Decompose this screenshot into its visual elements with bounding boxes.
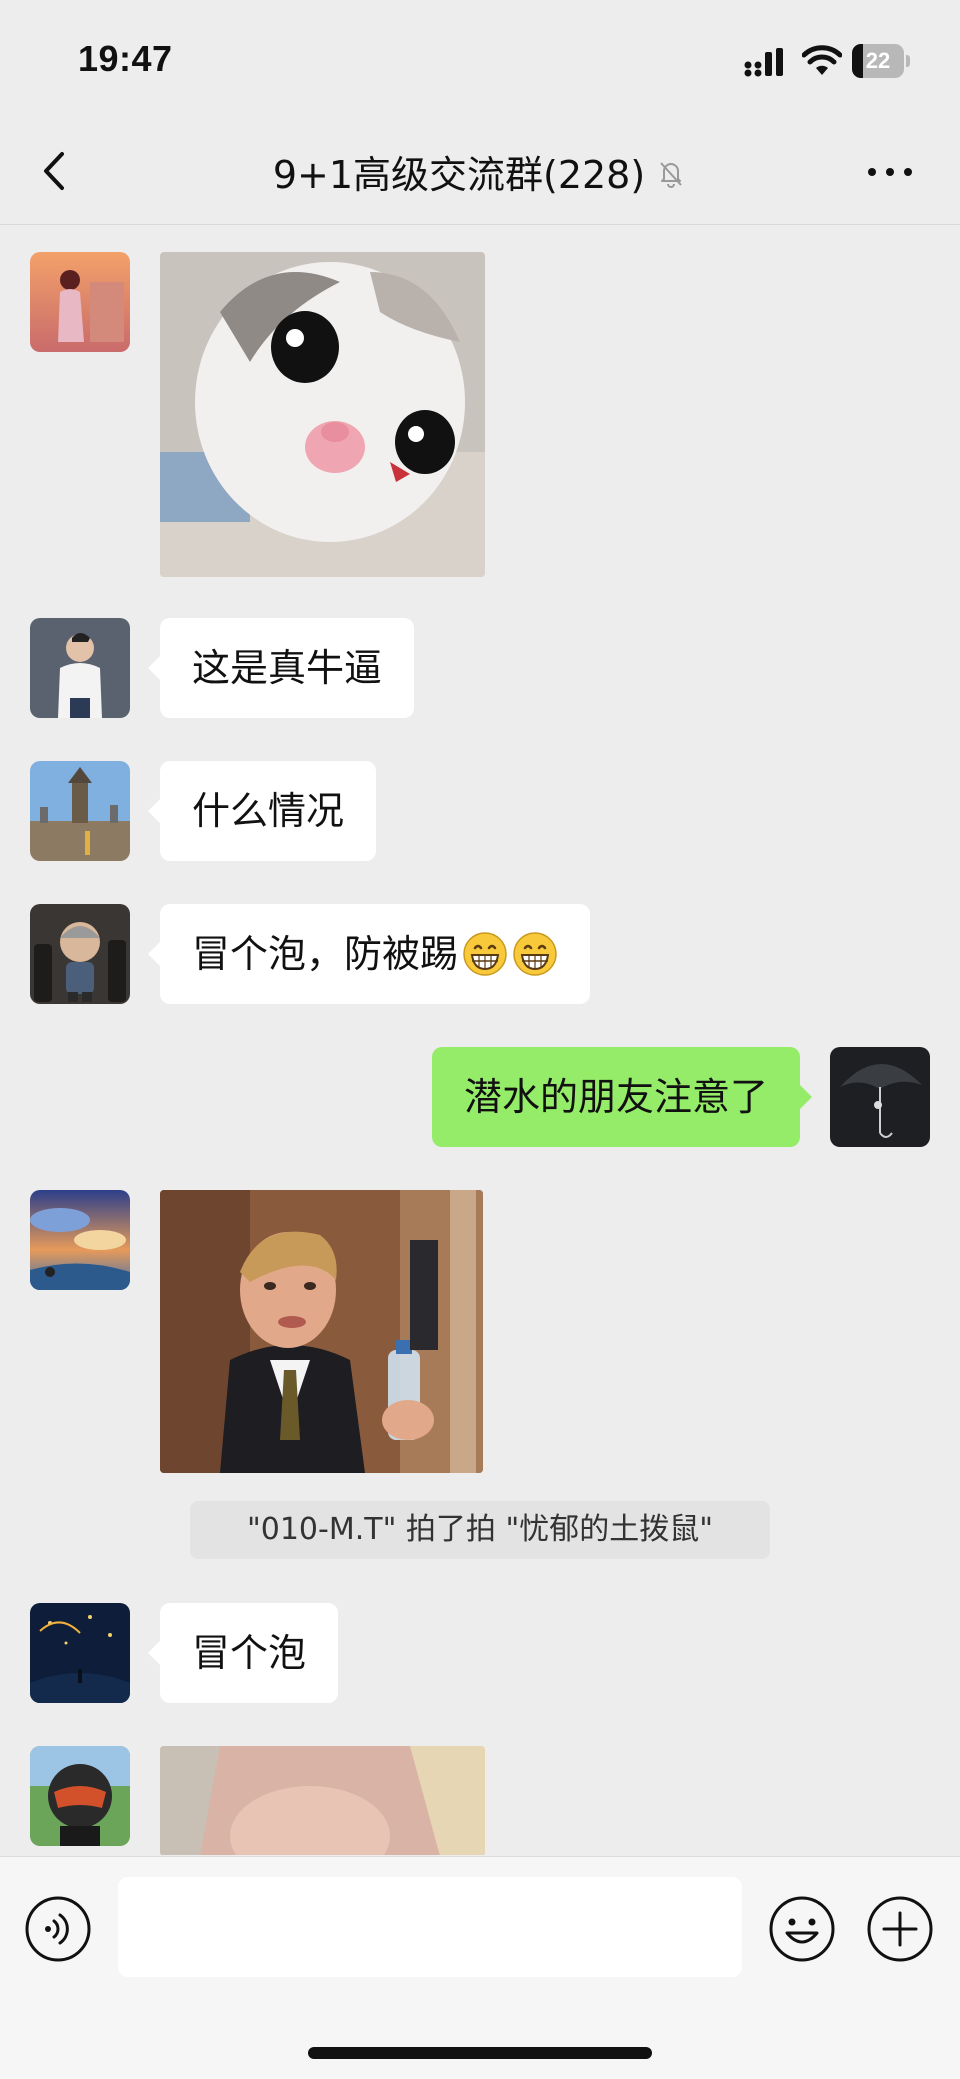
avatar[interactable] [30,1746,130,1846]
cat-sticker [160,252,485,577]
voice-icon[interactable] [24,1895,92,1963]
plus-circle-icon[interactable] [866,1895,934,1963]
my-avatar[interactable] [830,1047,930,1147]
home-indicator [308,2047,652,2059]
message-text: 冒个泡，防被踢 [192,932,459,976]
man-with-water-bottle-gif [160,1190,483,1473]
avatar[interactable] [30,1603,130,1703]
wifi-icon [802,45,842,75]
back-icon[interactable] [30,144,84,198]
message-text: 什么情况 [192,789,345,833]
more-icon[interactable] [860,148,920,196]
grinning-face-emoji [463,931,507,976]
chat-title-area[interactable]: 9+1高级交流群(228) [160,118,800,224]
battery-level: 22 [865,48,891,73]
avatar[interactable] [30,1190,130,1290]
message-bubble[interactable]: 这是真牛逼 [147,618,415,718]
chat-title: 9+1高级交流群(228) [272,152,646,197]
sticker-image[interactable] [160,1746,485,1855]
system-notice: "010-M.T" 拍了拍 "忧郁的土拨鼠" [190,1501,770,1559]
photo-sticker [160,1746,485,1855]
status-bar: 19:47 22 [0,0,960,118]
input-bar [0,1856,960,2079]
message-input[interactable] [118,1877,742,1977]
message-text: 这是真牛逼 [192,646,383,690]
sticker-image[interactable] [160,252,485,577]
grinning-face-emoji [513,931,557,976]
sticker-image[interactable] [160,1190,483,1473]
message-bubble[interactable]: 冒个泡，防被踢 [147,904,591,1004]
my-message-bubble[interactable]: 潜水的朋友注意了 [431,1047,813,1147]
smiley-icon[interactable] [768,1895,836,1963]
cellular-signal-icon [744,48,783,77]
avatar[interactable] [30,761,130,861]
message-text: 潜水的朋友注意了 [463,1075,768,1119]
message-bubble[interactable]: 什么情况 [147,761,377,861]
status-time: 19:47 [78,38,173,79]
nav-bar: 9+1高级交流群(228) [0,118,960,225]
message-text: 冒个泡 [192,1631,307,1675]
avatar[interactable] [30,252,130,352]
message-bubble[interactable]: 冒个泡 [147,1603,339,1703]
avatar[interactable] [30,618,130,718]
battery-icon: 22 [852,44,910,78]
chat-messages[interactable]: 这是真牛逼 什么情况 冒个泡，防被踢 潜水的朋友注意了 "010-M.T" 拍了… [0,225,960,1855]
bell-slash-icon [660,162,682,188]
avatar[interactable] [30,904,130,1004]
